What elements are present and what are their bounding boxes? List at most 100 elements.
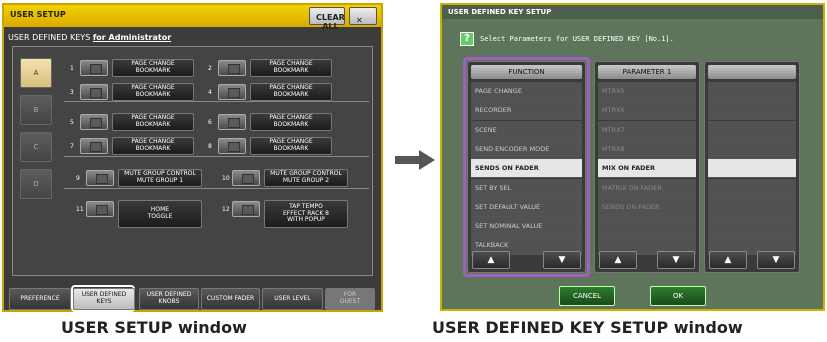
- key-assign-button[interactable]: PAGE CHANGE BOOKMARK: [112, 137, 194, 155]
- key-toggle-button[interactable]: [86, 170, 114, 186]
- parameter-item[interactable]: MIX ON FADER: [598, 159, 696, 179]
- cancel-label: CANCEL: [572, 292, 602, 300]
- key-toggle-button[interactable]: [232, 201, 260, 217]
- keys-panel: [12, 46, 373, 276]
- function-item[interactable]: SET NOMINAL VALUE: [471, 217, 582, 237]
- key-toggle-button[interactable]: [80, 60, 108, 76]
- caption-key-setup: USER DEFINED KEY SETUP window: [432, 318, 743, 337]
- parameter-item[interactable]: [598, 217, 696, 237]
- key-number: 8: [208, 143, 212, 150]
- function-item[interactable]: SENDS ON FADER: [471, 159, 582, 179]
- cancel-button[interactable]: CANCEL: [559, 286, 615, 306]
- close-icon: ✕: [356, 16, 363, 25]
- parameter-2-item[interactable]: [708, 139, 796, 159]
- parameter-2-item[interactable]: [708, 101, 796, 121]
- key-number: 5: [70, 119, 74, 126]
- parameter-2-item[interactable]: [708, 197, 796, 217]
- tab-user-level[interactable]: USER LEVEL: [262, 288, 323, 310]
- key-assign-button[interactable]: MUTE GROUP CONTROL MUTE GROUP 1: [118, 169, 202, 187]
- parameter-item[interactable]: MTRX7: [598, 120, 696, 140]
- ok-button[interactable]: OK: [650, 286, 706, 306]
- bank-a-button[interactable]: A: [20, 58, 52, 88]
- subtitle-label: USER DEFINED KEYS: [8, 33, 91, 42]
- window-title: USER DEFINED KEY SETUP: [448, 8, 552, 16]
- tab-preference[interactable]: PREFERENCE: [9, 288, 71, 310]
- prompt-text: Select Parameters for USER DEFINED KEY […: [480, 35, 674, 43]
- function-item[interactable]: SCENE: [471, 120, 582, 140]
- key-toggle-button[interactable]: [218, 60, 246, 76]
- key-toggle-button[interactable]: [80, 138, 108, 154]
- function-header: FUNCTION: [471, 65, 582, 79]
- scroll-up-button[interactable]: ▲: [472, 251, 510, 269]
- key-number: 3: [70, 89, 74, 96]
- close-button[interactable]: ✕: [349, 7, 377, 25]
- tab-user-defined-keys[interactable]: USER DEFINED KEYS: [73, 288, 135, 310]
- tab-user-defined-knobs[interactable]: USER DEFINED KNOBS: [139, 288, 199, 310]
- arrow-down-icon: ▼: [772, 255, 780, 265]
- parameter-item[interactable]: SENDS ON FADER: [598, 197, 696, 217]
- user-name: for Administrator: [92, 33, 172, 42]
- function-item[interactable]: PAGE CHANGE: [471, 82, 582, 101]
- bank-c-button[interactable]: C: [20, 132, 52, 162]
- parameter-2-item[interactable]: [708, 159, 796, 179]
- arrow-down-icon: ▼: [558, 255, 566, 265]
- parameter-2-item[interactable]: [708, 82, 796, 101]
- parameter-1-column: PARAMETER 1 MTRX5 MTRX6 MTRX7 MTRX8 MIX ON F…: [594, 61, 700, 273]
- divider: [64, 188, 369, 189]
- key-number: 2: [208, 65, 212, 72]
- key-toggle-button[interactable]: [80, 114, 108, 130]
- arrow-down-icon: ▼: [672, 255, 680, 265]
- key-assign-button[interactable]: MUTE GROUP CONTROL MUTE GROUP 2: [264, 169, 348, 187]
- function-item[interactable]: SEND ENCODER MODE: [471, 139, 582, 159]
- function-item[interactable]: SET DEFAULT VALUE: [471, 197, 582, 217]
- scroll-down-button[interactable]: ▼: [657, 251, 695, 269]
- window-title: USER SETUP: [10, 10, 66, 19]
- parameter-2-item[interactable]: [708, 120, 796, 140]
- bank-d-button[interactable]: D: [20, 169, 52, 199]
- key-toggle-button[interactable]: [218, 84, 246, 100]
- parameter-item[interactable]: MTRX8: [598, 139, 696, 159]
- key-assign-button[interactable]: PAGE CHANGE BOOKMARK: [112, 113, 194, 131]
- key-toggle-button[interactable]: [80, 84, 108, 100]
- scroll-up-button[interactable]: ▲: [709, 251, 747, 269]
- clear-all-label: CLEAR ALL: [316, 13, 345, 31]
- key-number: 11: [76, 206, 84, 213]
- parameter-item[interactable]: MTRX6: [598, 101, 696, 121]
- scroll-down-button[interactable]: ▼: [543, 251, 581, 269]
- scroll-up-button[interactable]: ▲: [599, 251, 637, 269]
- parameter-2-item[interactable]: [708, 217, 796, 237]
- parameter-item[interactable]: MATRIX ON FADER: [598, 178, 696, 198]
- ok-label: OK: [672, 292, 684, 300]
- function-item[interactable]: SET BY SEL: [471, 178, 582, 198]
- help-glyph: ?: [464, 33, 470, 44]
- key-assign-button[interactable]: PAGE CHANGE BOOKMARK: [250, 59, 332, 77]
- bank-b-button[interactable]: B: [20, 95, 52, 125]
- key-toggle-button[interactable]: [218, 138, 246, 154]
- key-number: 12: [222, 206, 230, 213]
- parameter-2-item[interactable]: [708, 178, 796, 198]
- key-assign-button[interactable]: PAGE CHANGE BOOKMARK: [112, 83, 194, 101]
- key-assign-button[interactable]: PAGE CHANGE BOOKMARK: [112, 59, 194, 77]
- key-toggle-button[interactable]: [86, 201, 114, 217]
- key-assign-button[interactable]: HOME TOGGLE: [118, 200, 202, 228]
- key-assign-button[interactable]: PAGE CHANGE BOOKMARK: [250, 137, 332, 155]
- divider: [64, 156, 369, 157]
- parameter-2-header: [708, 65, 796, 79]
- scroll-down-button[interactable]: ▼: [757, 251, 795, 269]
- user-setup-window: USER SETUP CLEAR ALL ✕ USER DEFINED KEYS…: [2, 3, 383, 312]
- caption-user-setup: USER SETUP window: [61, 318, 247, 337]
- tab-custom-fader[interactable]: CUSTOM FADER: [201, 288, 260, 310]
- key-number: 10: [222, 175, 230, 182]
- arrow-right-icon: [395, 150, 435, 170]
- function-item[interactable]: RECORDER: [471, 101, 582, 121]
- key-toggle-button[interactable]: [218, 114, 246, 130]
- parameter-item[interactable]: MTRX5: [598, 82, 696, 101]
- arrow-up-icon: ▲: [614, 255, 622, 265]
- subtitle: USER DEFINED KEYS for Administrator: [8, 33, 171, 42]
- tab-for-guest[interactable]: FOR GUEST: [325, 288, 375, 310]
- key-assign-button[interactable]: TAP TEMPO EFFECT RACK 8 WITH POPUP: [264, 200, 348, 228]
- key-assign-button[interactable]: PAGE CHANGE BOOKMARK: [250, 83, 332, 101]
- clear-all-button[interactable]: CLEAR ALL: [309, 7, 345, 31]
- key-assign-button[interactable]: PAGE CHANGE BOOKMARK: [250, 113, 332, 131]
- key-toggle-button[interactable]: [232, 170, 260, 186]
